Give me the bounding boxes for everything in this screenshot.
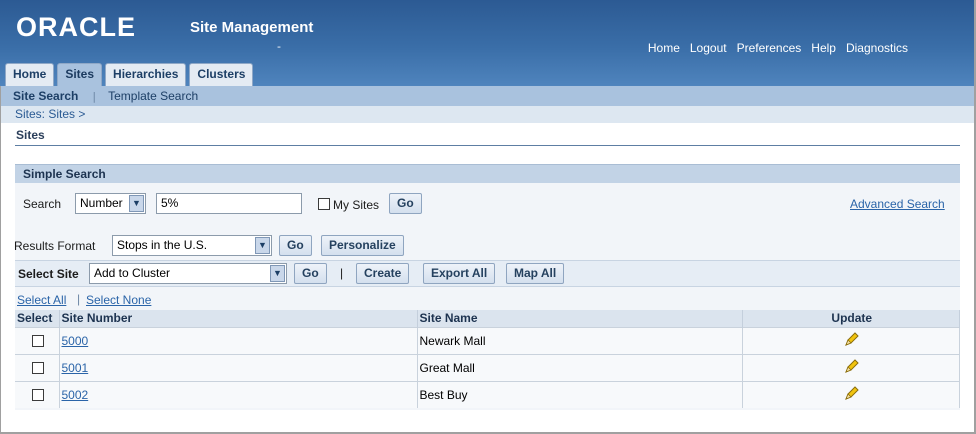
create-button[interactable]: Create <box>356 263 410 284</box>
select-none-link[interactable]: Select None <box>86 293 151 307</box>
action-bar: Select Site Add to Cluster ▼ Go | Create… <box>15 260 960 287</box>
update-cell <box>742 326 960 354</box>
chevron-down-icon: ▼ <box>129 195 144 212</box>
subtab-site-search[interactable]: Site Search <box>13 89 78 103</box>
select-cell <box>15 326 60 354</box>
pencil-icon[interactable] <box>844 331 860 347</box>
selection-divider: | <box>77 292 81 306</box>
home-link[interactable]: Home <box>648 41 680 55</box>
search-go-button[interactable]: Go <box>389 193 422 214</box>
action-divider: | <box>340 266 344 280</box>
subtab-template-search[interactable]: Template Search <box>108 89 198 103</box>
select-site-action-value: Add to Cluster <box>94 266 171 280</box>
row-select-checkbox[interactable] <box>31 335 44 347</box>
subtab-bar: Site Search | Template Search <box>1 86 974 106</box>
global-links: Home Logout Preferences Help Diagnostics <box>648 41 908 55</box>
my-sites-checkbox[interactable] <box>318 198 330 210</box>
select-cell <box>15 380 60 408</box>
site-number-cell: 5000 <box>59 326 418 354</box>
row-select-checkbox[interactable] <box>31 389 44 402</box>
breadcrumb: Sites: Sites > <box>1 106 974 123</box>
row-select-checkbox[interactable] <box>31 362 44 374</box>
header: ORACLE Site Management - Home Logout Pre… <box>0 0 974 86</box>
results-go-button[interactable]: Go <box>279 235 312 256</box>
page-title: Sites <box>16 128 45 142</box>
advanced-search-link[interactable]: Advanced Search <box>850 197 945 211</box>
my-sites-label: My Sites <box>333 198 380 212</box>
app-subtitle: - <box>277 40 281 53</box>
site-number-link[interactable]: 5000 <box>62 334 89 348</box>
site-name-cell: Great Mall <box>417 353 743 381</box>
tab-home[interactable]: Home <box>5 63 55 86</box>
personalize-button[interactable]: Personalize <box>321 235 404 256</box>
column-select: Select <box>15 310 60 327</box>
preferences-link[interactable]: Preferences <box>737 41 802 55</box>
simple-search-header: Simple Search <box>15 164 960 183</box>
update-cell <box>742 353 960 381</box>
column-site-number[interactable]: Site Number <box>59 310 418 327</box>
search-by-value: Number <box>80 196 123 210</box>
pencil-icon[interactable] <box>844 358 860 374</box>
site-number-cell: 5002 <box>59 380 418 408</box>
oracle-logo: ORACLE <box>16 12 136 42</box>
site-number-link[interactable]: 5001 <box>62 361 89 375</box>
export-all-button[interactable]: Export All <box>423 263 496 284</box>
title-divider <box>15 145 960 146</box>
tab-bar: Home Sites Hierarchies Clusters <box>5 63 254 86</box>
search-by-select[interactable]: Number ▼ <box>75 193 146 214</box>
diagnostics-link[interactable]: Diagnostics <box>846 41 908 55</box>
search-label: Search <box>23 197 62 211</box>
select-all-link[interactable]: Select All <box>17 293 66 307</box>
site-number-cell: 5001 <box>59 353 418 381</box>
tab-clusters[interactable]: Clusters <box>189 63 254 86</box>
help-link[interactable]: Help <box>811 41 836 55</box>
action-go-button[interactable]: Go <box>294 263 327 284</box>
results-format-value: Stops in the U.S. <box>117 238 208 252</box>
column-update: Update <box>742 310 960 327</box>
site-number-link[interactable]: 5002 <box>62 388 89 402</box>
table-row: 5000 Newark Mall <box>15 326 960 354</box>
search-input[interactable]: 5% <box>156 193 302 214</box>
select-site-label: Select Site <box>18 267 79 281</box>
site-name-cell: Newark Mall <box>417 326 743 354</box>
pencil-icon[interactable] <box>844 385 860 401</box>
map-all-button[interactable]: Map All <box>506 263 565 284</box>
chevron-down-icon: ▼ <box>270 265 285 282</box>
select-site-action-select[interactable]: Add to Cluster ▼ <box>89 263 287 284</box>
results-format-label: Results Format <box>14 239 96 253</box>
results-format-select[interactable]: Stops in the U.S. ▼ <box>112 235 272 256</box>
logout-link[interactable]: Logout <box>690 41 727 55</box>
sites-table: Select Site Number Site Name Update 5000… <box>15 310 960 408</box>
column-site-name[interactable]: Site Name <box>417 310 743 327</box>
tab-hierarchies[interactable]: Hierarchies <box>105 63 187 86</box>
chevron-down-icon: ▼ <box>255 237 270 254</box>
site-name-cell: Best Buy <box>417 380 743 408</box>
table-row: 5002 Best Buy <box>15 380 960 408</box>
subtab-separator: | <box>92 89 97 103</box>
table-row: 5001 Great Mall <box>15 353 960 381</box>
breadcrumb-sites-link[interactable]: Sites: Sites > <box>15 107 85 121</box>
search-panel: Simple Search Search Number ▼ 5% My Site… <box>14 164 960 410</box>
update-cell <box>742 380 960 408</box>
tab-sites[interactable]: Sites <box>57 63 103 86</box>
select-cell <box>15 353 60 381</box>
app-title: Site Management <box>190 19 314 36</box>
table-header-row: Select Site Number Site Name Update <box>15 310 960 327</box>
